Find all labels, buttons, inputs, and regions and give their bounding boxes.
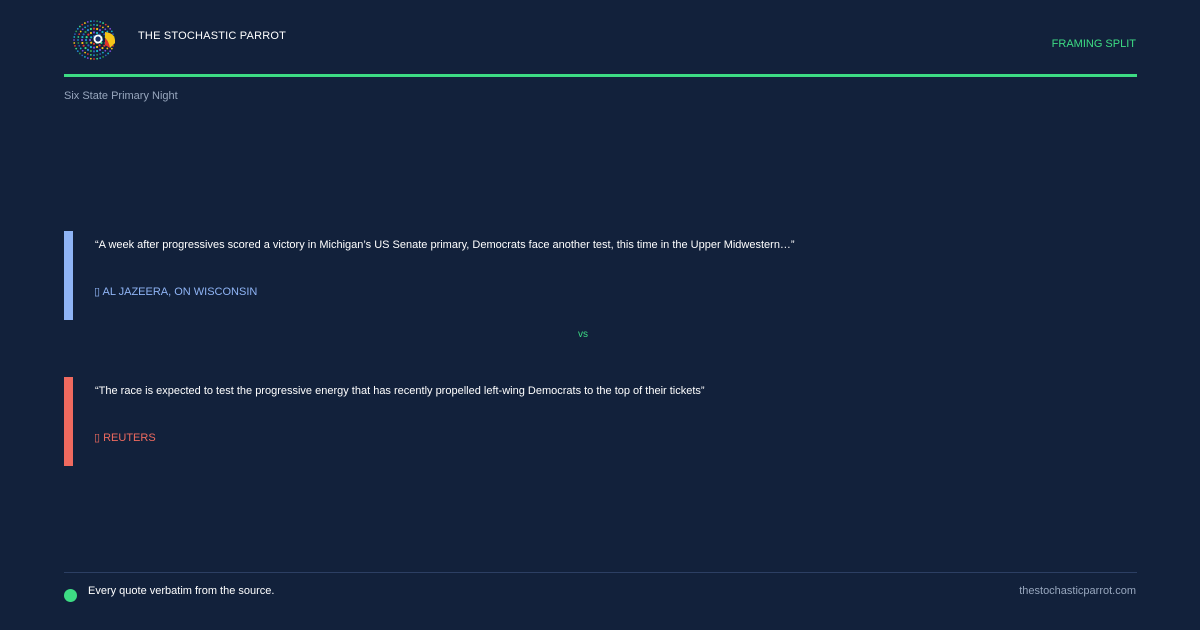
- parrot-logo-icon: [70, 18, 118, 62]
- quote-accent-bar: [64, 377, 73, 466]
- quote-card-2: “The race is expected to test the progre…: [64, 377, 1137, 466]
- event-title: Six State Primary Night: [64, 90, 178, 102]
- quote-source[interactable]: ▯ REUTERS: [94, 431, 156, 444]
- quote-accent-bar: [64, 231, 73, 320]
- status-dot-icon: [64, 589, 77, 602]
- footer-note: Every quote verbatim from the source.: [88, 585, 275, 597]
- vs-divider: vs: [578, 329, 588, 340]
- quote-card-1: “A week after progressives scored a vict…: [64, 231, 1137, 320]
- footer-divider: [64, 572, 1137, 573]
- quote-text: “A week after progressives scored a vict…: [95, 239, 795, 251]
- footer-url-link[interactable]: thestochasticparrot.com: [1019, 585, 1136, 597]
- quote-source[interactable]: ▯ AL JAZEERA, ON WISCONSIN: [94, 285, 257, 298]
- section-label: FRAMING SPLIT: [1051, 38, 1136, 50]
- brand-name[interactable]: THE STOCHASTIC PARROT: [138, 30, 286, 42]
- header-divider: [64, 74, 1137, 77]
- quote-text: “The race is expected to test the progre…: [95, 385, 705, 397]
